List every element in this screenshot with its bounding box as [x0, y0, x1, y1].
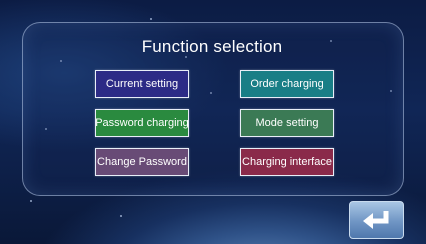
return-button[interactable]: [349, 201, 404, 239]
order-charging-button[interactable]: Order charging: [240, 70, 334, 98]
charging-interface-button[interactable]: Charging interface: [240, 148, 334, 176]
mode-setting-button[interactable]: Mode setting: [240, 109, 334, 137]
change-password-button[interactable]: Change Password: [95, 148, 189, 176]
page-title: Function selection: [141, 37, 283, 56]
password-charging-button[interactable]: Password charging: [95, 109, 189, 137]
return-arrow-icon: [362, 211, 388, 229]
current-setting-button[interactable]: Current setting: [95, 70, 189, 98]
